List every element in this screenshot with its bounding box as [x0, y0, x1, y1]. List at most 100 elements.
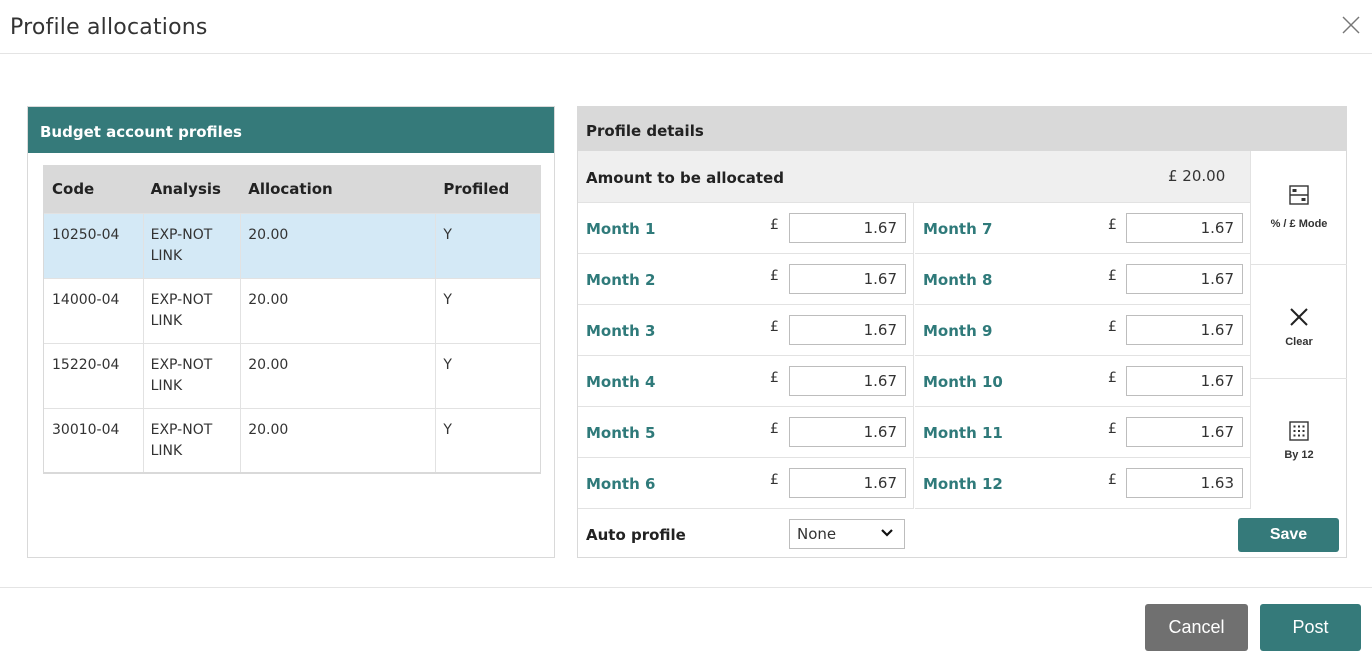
dialog-footer: Cancel Post: [0, 587, 1372, 656]
month-10-input[interactable]: [1126, 366, 1243, 396]
mode-toggle-button[interactable]: % / £ Mode: [1251, 151, 1347, 265]
currency-symbol: £: [770, 472, 779, 488]
cell-analysis: EXP-NOT LINK: [144, 409, 242, 472]
amount-row: Amount to be allocated £ 20.00: [578, 151, 1250, 203]
cell-profiled: Y: [443, 292, 452, 308]
cell-allocation: 20.00: [241, 214, 437, 278]
table-row[interactable]: 10250-04 EXP-NOT LINK 20.00 Y: [44, 213, 540, 278]
auto-profile-selected-value: None: [797, 525, 837, 543]
auto-profile-row: Auto profile None Save: [578, 509, 1346, 557]
month-9-input[interactable]: [1126, 315, 1243, 345]
currency-symbol: £: [770, 421, 779, 437]
by-12-button[interactable]: By 12: [1251, 379, 1347, 493]
mode-toggle-icon: [1289, 185, 1309, 205]
month-row-1: Month 1 £: [578, 203, 914, 254]
budget-account-profiles-panel: Budget account profiles Code Analysis Al…: [27, 106, 555, 558]
clear-button[interactable]: Clear: [1251, 265, 1347, 379]
month-row-9: Month 9 £: [915, 305, 1250, 356]
month-row-6: Month 6 £: [578, 458, 914, 509]
tool-label: % / £ Mode: [1270, 218, 1328, 230]
tool-label: By 12: [1284, 449, 1314, 461]
profiles-grid: Code Analysis Allocation Profiled 10250-…: [43, 165, 541, 474]
currency-symbol: £: [1108, 370, 1117, 386]
month-row-8: Month 8 £: [915, 254, 1250, 305]
month-5-input[interactable]: [789, 417, 906, 447]
table-row[interactable]: 30010-04 EXP-NOT LINK 20.00 Y: [44, 408, 540, 473]
table-row[interactable]: 15220-04 EXP-NOT LINK 20.00 Y: [44, 343, 540, 408]
panel-header: Budget account profiles: [28, 107, 554, 153]
month-label[interactable]: Month 2: [586, 271, 655, 289]
month-label[interactable]: Month 10: [923, 373, 1003, 391]
amount-label: Amount to be allocated: [586, 169, 784, 187]
currency-symbol: £: [770, 217, 779, 233]
dialog-title: Profile allocations: [10, 15, 208, 40]
cell-analysis: EXP-NOT LINK: [144, 214, 242, 278]
month-row-3: Month 3 £: [578, 305, 914, 356]
post-button[interactable]: Post: [1260, 604, 1361, 651]
month-label[interactable]: Month 6: [586, 475, 655, 493]
cell-allocation: 20.00: [241, 344, 437, 408]
month-row-4: Month 4 £: [578, 356, 914, 407]
cell-allocation: 20.00: [241, 279, 437, 343]
auto-profile-select[interactable]: None: [789, 519, 905, 549]
cell-code: 30010-04: [44, 409, 144, 472]
month-row-10: Month 10 £: [915, 356, 1250, 407]
close-icon[interactable]: [1338, 12, 1364, 38]
auto-profile-label: Auto profile: [586, 526, 686, 544]
month-6-input[interactable]: [789, 468, 906, 498]
currency-symbol: £: [1108, 421, 1117, 437]
table-row[interactable]: 14000-04 EXP-NOT LINK 20.00 Y: [44, 278, 540, 343]
column-header-profiled[interactable]: Profiled: [436, 165, 540, 213]
side-toolbar: % / £ Mode Clear By 12: [1250, 151, 1347, 509]
month-label[interactable]: Month 11: [923, 424, 1003, 442]
column-header-analysis[interactable]: Analysis: [144, 165, 242, 213]
cell-profiled: Y: [443, 357, 452, 373]
cell-code: 10250-04: [44, 214, 144, 278]
month-11-input[interactable]: [1126, 417, 1243, 447]
month-8-input[interactable]: [1126, 264, 1243, 294]
close-icon: [1290, 308, 1308, 326]
profile-details-panel: Profile details Amount to be allocated £…: [577, 106, 1347, 558]
save-button[interactable]: Save: [1238, 518, 1339, 552]
panel-header: Profile details: [578, 107, 1346, 151]
cell-code: 15220-04: [44, 344, 144, 408]
cell-analysis: EXP-NOT LINK: [144, 279, 242, 343]
month-7-input[interactable]: [1126, 213, 1243, 243]
currency-symbol: £: [1108, 217, 1117, 233]
month-row-5: Month 5 £: [578, 407, 914, 458]
month-row-11: Month 11 £: [915, 407, 1250, 458]
currency-symbol: £: [770, 268, 779, 284]
currency-symbol: £: [1108, 268, 1117, 284]
grid-icon: [1289, 421, 1309, 441]
cell-profiled: Y: [443, 422, 452, 438]
currency-symbol: £: [770, 319, 779, 335]
month-label[interactable]: Month 9: [923, 322, 992, 340]
month-3-input[interactable]: [789, 315, 906, 345]
month-1-input[interactable]: [789, 213, 906, 243]
cell-code: 14000-04: [44, 279, 144, 343]
cell-analysis: EXP-NOT LINK: [144, 344, 242, 408]
currency-symbol: £: [1108, 472, 1117, 488]
month-label[interactable]: Month 1: [586, 220, 655, 238]
month-row-2: Month 2 £: [578, 254, 914, 305]
amount-value: £ 20.00: [1168, 167, 1226, 185]
month-label[interactable]: Month 3: [586, 322, 655, 340]
month-label[interactable]: Month 12: [923, 475, 1003, 493]
cancel-button[interactable]: Cancel: [1145, 604, 1248, 651]
month-label[interactable]: Month 8: [923, 271, 992, 289]
grid-header: Code Analysis Allocation Profiled: [44, 165, 540, 213]
month-label[interactable]: Month 5: [586, 424, 655, 442]
column-header-code[interactable]: Code: [44, 165, 144, 213]
month-12-input[interactable]: [1126, 468, 1243, 498]
month-row-7: Month 7 £: [915, 203, 1250, 254]
tool-label: Clear: [1285, 336, 1313, 348]
cell-profiled: Y: [443, 227, 452, 243]
month-label[interactable]: Month 7: [923, 220, 992, 238]
chevron-down-icon: [881, 529, 893, 537]
month-4-input[interactable]: [789, 366, 906, 396]
currency-symbol: £: [770, 370, 779, 386]
month-label[interactable]: Month 4: [586, 373, 655, 391]
month-2-input[interactable]: [789, 264, 906, 294]
dialog-header: Profile allocations: [0, 0, 1372, 54]
column-header-allocation[interactable]: Allocation: [241, 165, 436, 213]
